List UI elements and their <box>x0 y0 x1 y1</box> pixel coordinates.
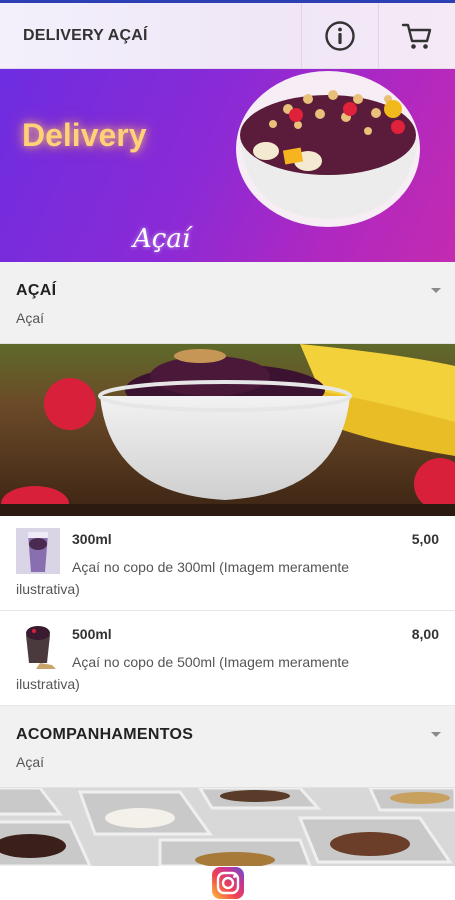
info-icon <box>325 20 355 51</box>
product-name: 300ml <box>72 531 112 547</box>
banner-title: Delivery <box>22 117 147 153</box>
app-header: DELIVERY AÇAÍ <box>0 2 455 69</box>
instagram-icon[interactable] <box>211 866 245 900</box>
footer <box>0 866 455 900</box>
category-acai[interactable]: AÇAÍ Açaí <box>0 262 455 344</box>
acai-bowl-image <box>236 71 420 227</box>
category-title: AÇAÍ <box>16 282 57 299</box>
cart-icon <box>401 23 432 49</box>
product-name: 500ml <box>72 626 112 642</box>
chevron-down-icon <box>431 288 441 293</box>
acai-category-photo <box>0 344 455 516</box>
category-subtitle: Açaí <box>16 310 45 326</box>
banner-subtitle: Açaí <box>133 224 191 254</box>
product-300ml[interactable]: 300ml 5,00 Açaí no copo de 300ml (Imagem… <box>0 516 455 611</box>
category-title: ACOMPANHAMENTOS <box>16 726 194 743</box>
cart-button[interactable] <box>378 2 455 69</box>
product-description: Açaí no copo de 500ml (Imagem meramente … <box>16 654 350 692</box>
category-acompanhamentos[interactable]: ACOMPANHAMENTOS Açaí <box>0 706 455 788</box>
product-500ml[interactable]: 500ml 8,00 Açaí no copo de 500ml (Imagem… <box>0 611 455 706</box>
category-subtitle: Açaí <box>16 754 45 770</box>
toppings-category-photo <box>0 788 455 866</box>
info-button[interactable] <box>301 2 378 69</box>
product-price: 5,00 <box>411 531 439 547</box>
product-price: 8,00 <box>411 626 439 642</box>
product-description: Açaí no copo de 300ml (Imagem meramente … <box>16 559 350 597</box>
hero-banner: Delivery Açaí <box>0 69 455 262</box>
chevron-down-icon <box>431 732 441 737</box>
app-title: DELIVERY AÇAÍ <box>23 26 148 44</box>
